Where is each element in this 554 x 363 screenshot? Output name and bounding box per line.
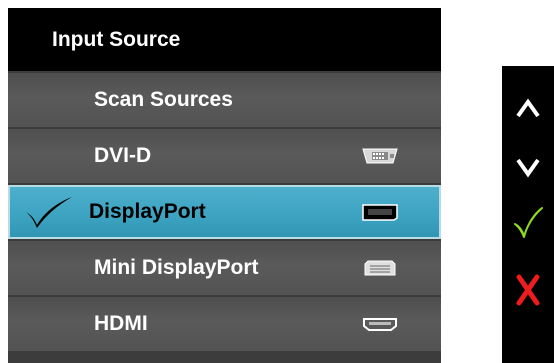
checkmark-icon (26, 197, 72, 228)
chevron-up-icon (516, 98, 540, 118)
menu-item-label: Scan Sources (94, 88, 233, 111)
osd-menu: Input Source Scan Sources DVI-D DisplayP… (8, 8, 441, 363)
osd-button-panel (502, 66, 554, 363)
chevron-down-icon (516, 158, 540, 178)
menu-item-mini-displayport[interactable]: Mini DisplayPort (8, 241, 441, 295)
displayport-port-icon (362, 204, 398, 221)
menu-item-label: DisplayPort (89, 200, 206, 223)
close-icon (516, 274, 540, 306)
menu-header: Input Source (8, 8, 441, 71)
down-button[interactable] (508, 148, 548, 188)
menu-item-scan-sources[interactable]: Scan Sources (8, 73, 441, 127)
menu-item-dvi-d[interactable]: DVI-D (8, 129, 441, 183)
menu-item-label: Mini DisplayPort (94, 256, 259, 279)
dvi-port-icon (362, 148, 398, 164)
hdmi-port-icon (363, 318, 397, 331)
menu-item-label: DVI-D (94, 144, 152, 167)
checkmark-icon (514, 207, 543, 238)
menu-title: Input Source (52, 28, 181, 51)
mini-displayport-port-icon (364, 260, 396, 276)
menu-item-hdmi[interactable]: HDMI (8, 297, 441, 351)
menu-item-displayport[interactable]: DisplayPort (8, 185, 441, 239)
up-button[interactable] (508, 88, 548, 128)
ok-button[interactable] (508, 202, 548, 242)
exit-button[interactable] (508, 270, 548, 310)
menu-item-label: HDMI (94, 312, 148, 335)
